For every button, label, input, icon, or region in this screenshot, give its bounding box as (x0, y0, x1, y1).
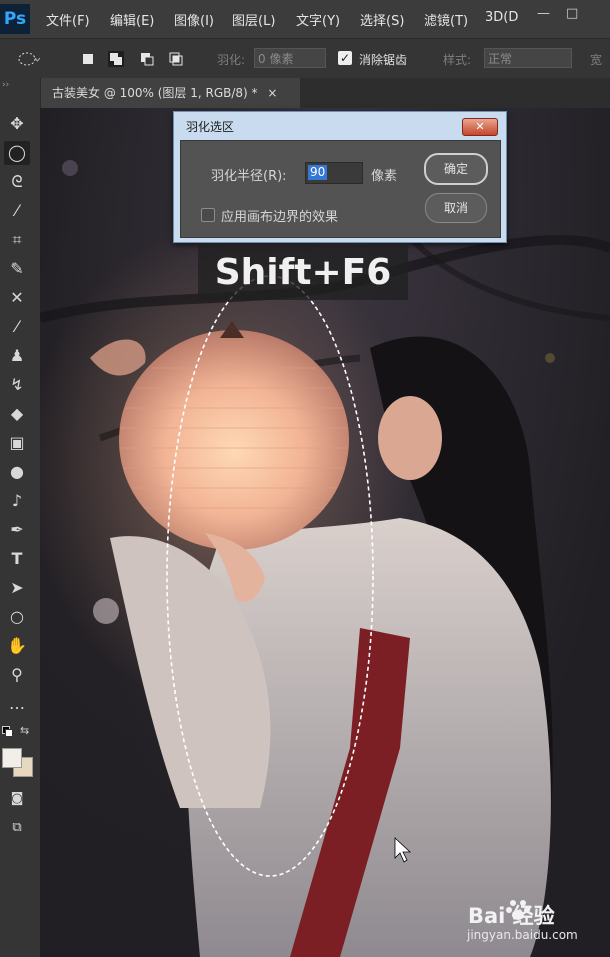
new-selection-icon[interactable] (80, 51, 96, 67)
document-tab-title: 古装美女 @ 100% (图层 1, RGB/8) * (52, 86, 258, 100)
antialias-label: 消除锯齿 (359, 53, 408, 67)
style-select[interactable]: 正常 (484, 48, 572, 68)
feather-radius-input[interactable]: 90 (305, 162, 363, 184)
feather-radius-value: 90 (308, 165, 328, 180)
photoshop-logo[interactable]: Ps (0, 4, 30, 34)
dodge-tool-icon[interactable]: ♪ (4, 489, 30, 513)
feather-selection-dialog: 羽化选区 ✕ 羽化半径(R): 90 像素 确定 取消 应用画布边界的效果 (173, 111, 507, 243)
apply-canvas-bounds-label: 应用画布边界的效果 (221, 210, 339, 225)
width-label: 宽 (590, 53, 603, 67)
zoom-tool-icon[interactable]: ⚲ (4, 663, 30, 687)
crop-tool-icon[interactable]: ⌗ (4, 228, 30, 252)
healing-brush-tool-icon[interactable]: ✕ (4, 286, 30, 310)
panel-collapse-icon[interactable]: ›› (2, 80, 9, 90)
menu-image[interactable]: 图像(I) (174, 10, 214, 29)
style-label: 样式: (443, 53, 472, 67)
menu-type[interactable]: 文字(Y) (296, 10, 340, 29)
ellipse-shape-tool-icon[interactable]: ○ (4, 605, 30, 629)
brush-tool-icon[interactable]: ⁄ (4, 315, 30, 339)
lasso-tool-icon[interactable]: ᘓ (4, 170, 30, 194)
menu-filter[interactable]: 滤镜(T) (424, 10, 468, 29)
move-tool-icon[interactable]: ✥ (4, 112, 30, 136)
foreground-color-swatch[interactable] (2, 748, 22, 768)
path-selection-tool-icon[interactable]: ➤ (4, 576, 30, 600)
elliptical-marquee-preset-icon[interactable] (18, 51, 40, 67)
menu-bar: Ps 文件(F) 编辑(E) 图像(I) 图层(L) 文字(Y) 选择(S) 滤… (0, 0, 610, 38)
dialog-body: 羽化半径(R): 90 像素 确定 取消 应用画布边界的效果 (180, 140, 501, 238)
watermark-url: jingyan.baidu.com (467, 928, 578, 942)
dialog-title: 羽化选区 (186, 120, 235, 134)
gradient-tool-icon[interactable]: ▣ (4, 431, 30, 455)
minimize-button[interactable]: — (537, 6, 555, 22)
magic-wand-tool-icon[interactable]: ⁄ (4, 199, 30, 223)
apply-canvas-bounds-checkbox[interactable] (201, 208, 215, 222)
hand-tool-icon[interactable]: ✋ (4, 634, 30, 658)
add-to-selection-icon[interactable] (108, 51, 124, 67)
paw-icon (506, 900, 530, 920)
more-tools-icon[interactable]: … (4, 692, 30, 716)
eraser-tool-icon[interactable]: ◆ (4, 402, 30, 426)
intersect-selection-icon[interactable] (168, 51, 184, 67)
type-tool-icon[interactable]: T (4, 547, 30, 571)
blur-tool-icon[interactable]: ● (4, 460, 30, 484)
ok-button[interactable]: 确定 (424, 153, 488, 185)
shortcut-caption: Shift+F6 (198, 245, 408, 300)
swap-colors-icon[interactable]: ⇆ (20, 724, 29, 737)
clone-stamp-tool-icon[interactable]: ♟ (4, 344, 30, 368)
pen-tool-icon[interactable]: ✒ (4, 518, 30, 542)
maximize-button[interactable]: □ (566, 6, 584, 22)
menu-layer[interactable]: 图层(L) (232, 10, 275, 29)
screen-mode-icon[interactable]: ⧉ (4, 816, 30, 840)
dialog-close-button[interactable]: ✕ (462, 118, 498, 136)
close-icon[interactable]: × (267, 86, 277, 100)
cancel-button[interactable]: 取消 (425, 193, 487, 223)
document-tab[interactable]: 古装美女 @ 100% (图层 1, RGB/8) * × (40, 78, 300, 108)
menu-file[interactable]: 文件(F) (46, 10, 90, 29)
feather-radius-label: 羽化半径(R): (211, 169, 287, 184)
feather-input[interactable]: 0 像素 (254, 48, 326, 68)
feather-label: 羽化: (217, 53, 246, 67)
menu-3d[interactable]: 3D(D (485, 10, 518, 25)
menu-select[interactable]: 选择(S) (360, 10, 404, 29)
quick-mask-icon[interactable]: ◙ (4, 787, 30, 811)
menu-edit[interactable]: 编辑(E) (110, 10, 154, 29)
tools-panel: ›› ✥ ◯ ᘓ ⁄ ⌗ ✎ ✕ ⁄ ♟ ↯ ◆ ▣ ● ♪ ✒ T ➤ ○ ✋… (0, 78, 41, 957)
antialias-checkbox[interactable]: ✓ (338, 51, 352, 65)
eyedropper-tool-icon[interactable]: ✎ (4, 257, 30, 281)
history-brush-tool-icon[interactable]: ↯ (4, 373, 30, 397)
subtract-from-selection-icon[interactable] (139, 51, 155, 67)
elliptical-marquee-tool-icon[interactable]: ◯ (4, 141, 30, 165)
options-bar: 羽化: 0 像素 ✓ 消除锯齿 样式: 正常 宽 (0, 38, 610, 80)
default-colors-icon[interactable] (2, 726, 13, 737)
radius-unit-label: 像素 (371, 169, 398, 184)
document-tab-bar: 古装美女 @ 100% (图层 1, RGB/8) * × (40, 78, 610, 108)
